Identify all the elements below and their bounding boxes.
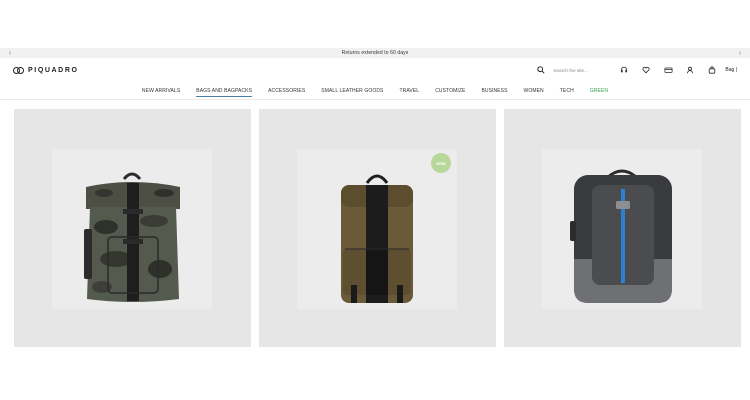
bag-label[interactable]: Bag | <box>725 67 737 73</box>
support-icon[interactable] <box>613 63 635 77</box>
site-header: PIQUADRO Bag | <box>0 58 750 82</box>
logo-text: PIQUADRO <box>28 66 79 74</box>
chevron-right-icon[interactable]: › <box>736 48 744 58</box>
bag-icon[interactable] <box>701 63 723 77</box>
new-badge: NEW <box>431 153 451 173</box>
product-card[interactable] <box>14 109 251 347</box>
camo-backpack-image <box>52 149 212 309</box>
header-actions: Bag | <box>533 63 737 77</box>
chevron-left-icon[interactable]: ‹ <box>6 48 14 58</box>
main-nav: NEW ARRIVALS BAGS AND BAGPACKS ACCESSORI… <box>0 82 750 100</box>
logo[interactable]: PIQUADRO <box>13 66 79 75</box>
search-icon[interactable] <box>533 63 549 77</box>
search-box <box>533 63 614 77</box>
nav-item-business[interactable]: BUSINESS <box>473 82 515 100</box>
top-spacer <box>0 0 750 48</box>
heart-icon[interactable] <box>635 63 657 77</box>
nav-item-new-arrivals[interactable]: NEW ARRIVALS <box>134 82 188 100</box>
promo-bar: ‹ Returns extended to 60 days › <box>0 48 750 58</box>
product-grid: NEW <box>14 109 742 347</box>
logo-icon <box>13 66 24 75</box>
product-card[interactable] <box>504 109 741 347</box>
nav-item-women[interactable]: WOMEN <box>516 82 552 100</box>
nav-item-tech[interactable]: TECH <box>552 82 582 100</box>
grey-backpack-image <box>542 149 702 309</box>
card-icon[interactable] <box>657 63 679 77</box>
nav-item-green[interactable]: GREEN <box>582 82 616 100</box>
page: ‹ Returns extended to 60 days › PIQUADRO <box>0 0 750 400</box>
nav-item-bags-and-bagpacks[interactable]: BAGS AND BAGPACKS <box>188 82 260 100</box>
promo-text: Returns extended to 60 days <box>341 50 409 56</box>
nav-item-travel[interactable]: TRAVEL <box>392 82 428 100</box>
search-input[interactable] <box>553 67 614 73</box>
user-icon[interactable] <box>679 63 701 77</box>
nav-item-accessories[interactable]: ACCESSORIES <box>260 82 313 100</box>
nav-item-customize[interactable]: CUSTOMIZE <box>427 82 473 100</box>
nav-item-small-leather-goods[interactable]: SMALL LEATHER GOODS <box>313 82 391 100</box>
product-card[interactable]: NEW <box>259 109 496 347</box>
olive-backpack-image <box>297 149 457 309</box>
